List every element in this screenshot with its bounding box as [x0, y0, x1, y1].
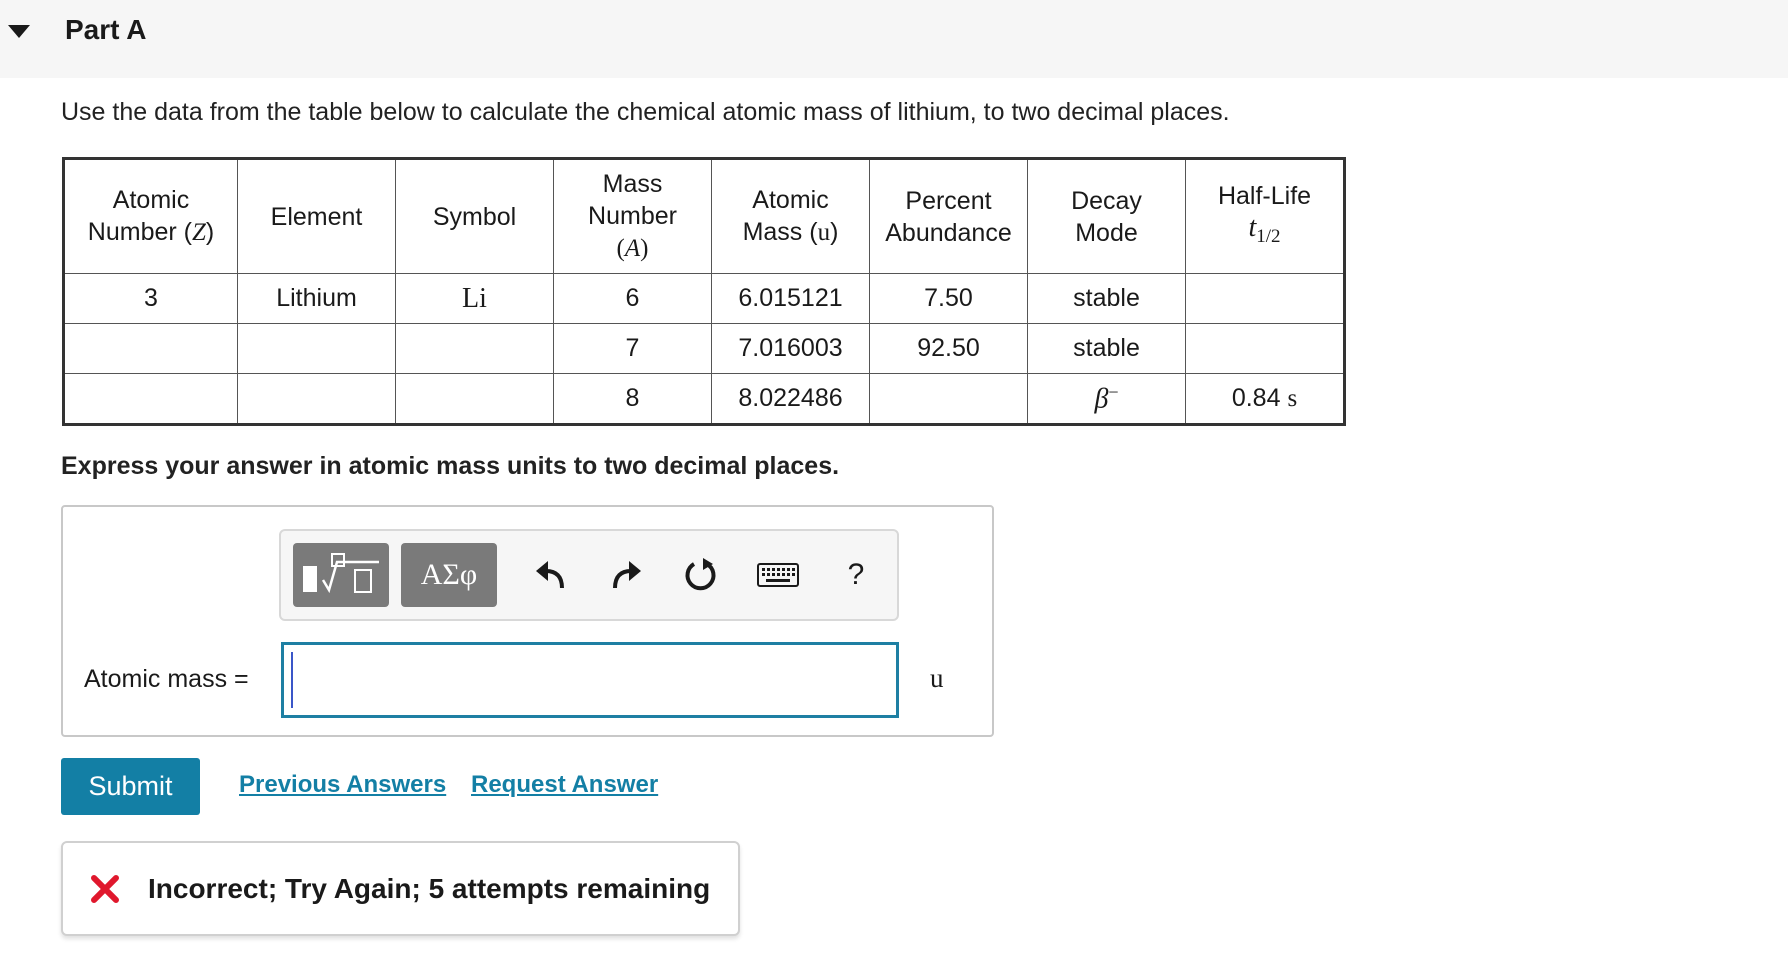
cell-abundance [869, 373, 1028, 425]
redo-icon[interactable] [606, 555, 646, 595]
header-half-life-line1: Half-Life [1217, 182, 1312, 210]
header-mass-number-var: A [624, 235, 641, 262]
table-row: 3 Lithium Li 6 6.015121 7.50 stable [63, 273, 1345, 324]
isotope-data-table: Atomic Number (Z) Element Symbol Mass Nu… [62, 157, 1346, 426]
help-button[interactable]: ? [836, 555, 876, 595]
header-atomic-number-var: Z [191, 219, 206, 246]
collapse-triangle-icon[interactable] [8, 25, 30, 38]
cell-element: Lithium [237, 273, 396, 324]
header-atomic-number: Atomic Number (Z) [63, 158, 238, 274]
atomic-mass-label: Atomic mass = [84, 665, 249, 693]
cell-atomic-mass: 7.016003 [711, 323, 870, 374]
cell-element [237, 373, 396, 425]
incorrect-x-icon [91, 875, 119, 903]
cell-symbol [395, 373, 554, 425]
cell-mass-number: 7 [553, 323, 712, 374]
cell-decay-mode: stable [1027, 273, 1186, 324]
header-decay-mode-line2: Mode [1075, 218, 1138, 247]
header-mass-number-line3: (A) [616, 235, 649, 262]
table-row: 7 7.016003 92.50 stable [63, 323, 1345, 374]
header-half-life: Half-Life t1/2 [1185, 158, 1345, 274]
feedback-box: Incorrect; Try Again; 5 attempts remaini… [61, 841, 740, 936]
header-symbol: Symbol [395, 158, 554, 274]
header-mass-number-line2: Number [588, 202, 677, 230]
cell-atomic-number [63, 373, 238, 425]
templates-icon [303, 553, 379, 594]
keyboard-icon[interactable] [755, 555, 801, 595]
cell-atomic-mass: 6.015121 [711, 273, 870, 324]
atomic-mass-input[interactable] [281, 642, 899, 718]
cell-symbol [395, 323, 554, 374]
templates-button[interactable] [293, 543, 389, 607]
half-life-value: 0.84 [1231, 384, 1281, 412]
header-atomic-mass-text: Mass ( [742, 218, 818, 246]
cell-symbol: Li [395, 273, 554, 324]
part-title: Part A [65, 14, 147, 45]
previous-answers-link[interactable]: Previous Answers [239, 771, 446, 799]
text-caret [291, 652, 293, 708]
reset-icon[interactable] [681, 555, 721, 595]
header-percent-abundance: Percent Abundance [869, 158, 1028, 274]
cell-atomic-number [63, 323, 238, 374]
cell-abundance: 7.50 [869, 273, 1028, 324]
part-header: Part A [0, 0, 1788, 78]
header-atomic-number-text: Number ( [87, 218, 192, 246]
header-half-life-sub: 1/2 [1256, 226, 1281, 247]
header-percent-abundance-line1: Percent [905, 186, 992, 215]
unit-label: u [930, 663, 944, 693]
header-atomic-number-line1: Atomic [112, 186, 190, 214]
header-mass-number: Mass Number (A) [553, 158, 712, 274]
feedback-message: Incorrect; Try Again; 5 attempts remaini… [148, 873, 711, 904]
request-answer-link[interactable]: Request Answer [471, 771, 658, 799]
cell-half-life [1185, 323, 1345, 374]
header-half-life-line2: t1/2 [1186, 212, 1343, 253]
table-row: 8 8.022486 β− 0.84 s [63, 373, 1345, 425]
header-element: Element [237, 158, 396, 274]
header-percent-abundance-line2: Abundance [885, 218, 1012, 247]
header-atomic-mass-line1: Atomic [752, 186, 829, 214]
header-atomic-mass-line2: Mass (u) [712, 216, 869, 249]
cell-half-life [1185, 273, 1345, 324]
header-atomic-mass-close: ) [830, 218, 839, 246]
cell-mass-number: 6 [553, 273, 712, 324]
header-atomic-number-line2: Number (Z) [65, 216, 237, 249]
cell-decay-mode: β− [1027, 373, 1186, 425]
header-decay-mode: Decay Mode [1027, 158, 1186, 274]
half-life-unit: s [1287, 385, 1298, 412]
header-mass-number-line1: Mass [602, 170, 663, 198]
answer-instruction: Express your answer in atomic mass units… [61, 452, 840, 480]
math-toolbar: ΑΣφ ? [279, 529, 899, 621]
header-decay-mode-line1: Decay [1071, 186, 1142, 215]
cell-atomic-mass: 8.022486 [711, 373, 870, 425]
answer-box: ΑΣφ ? Atomic mass = u [61, 505, 994, 737]
header-atomic-number-close: ) [205, 218, 215, 246]
greek-symbols-button[interactable]: ΑΣφ [401, 543, 497, 607]
question-prompt: Use the data from the table below to cal… [61, 98, 1230, 126]
cell-half-life: 0.84 s [1185, 373, 1345, 425]
cell-atomic-number: 3 [63, 273, 238, 324]
header-atomic-mass: Atomic Mass (u) [711, 158, 870, 274]
cell-mass-number: 8 [553, 373, 712, 425]
table-header-row: Atomic Number (Z) Element Symbol Mass Nu… [63, 158, 1345, 274]
decay-beta-sign: − [1108, 381, 1119, 402]
cell-abundance: 92.50 [869, 323, 1028, 374]
cell-element [237, 323, 396, 374]
decay-beta-symbol: β [1094, 383, 1109, 415]
undo-icon[interactable] [531, 555, 571, 595]
submit-button[interactable]: Submit [61, 758, 200, 815]
header-atomic-mass-unit: u [817, 219, 831, 246]
cell-decay-mode: stable [1027, 323, 1186, 374]
